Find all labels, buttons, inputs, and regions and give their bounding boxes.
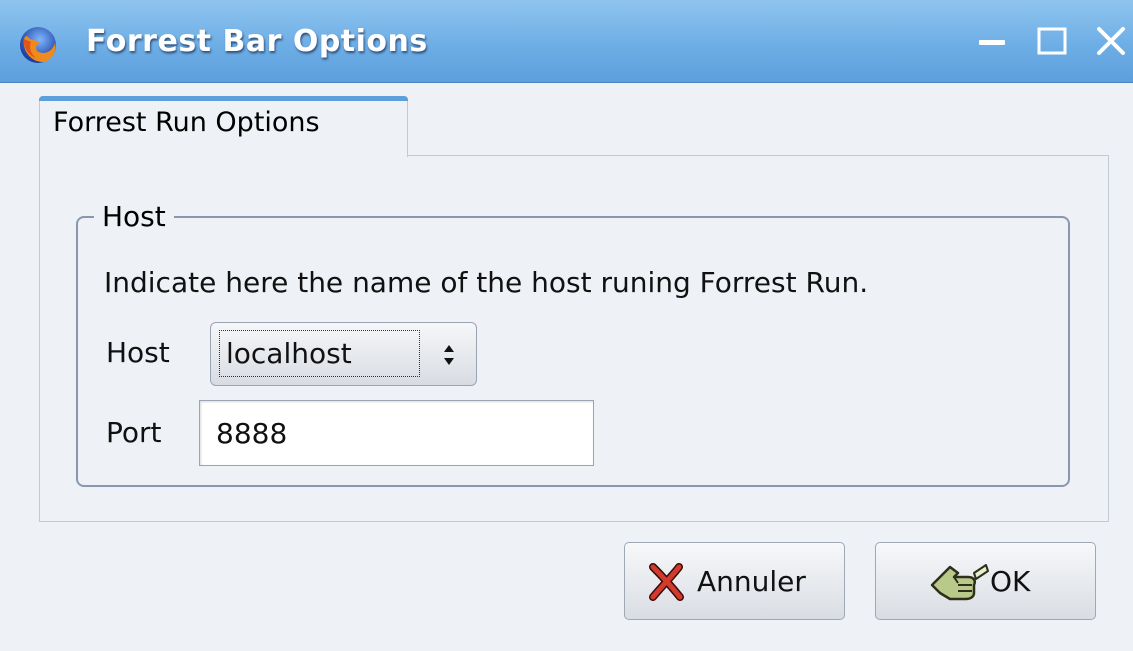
tab-forrest-run-options[interactable]: Forrest Run Options (39, 96, 408, 157)
host-combobox-value: localhost (226, 337, 352, 370)
title-bar[interactable]: Forrest Bar Options (0, 0, 1133, 83)
hand-pointer-icon (930, 564, 989, 601)
up-down-arrows-icon (444, 345, 454, 365)
window-title: Forrest Bar Options (86, 24, 428, 59)
firefox-icon (20, 27, 56, 63)
cancel-button[interactable]: Annuler (624, 542, 845, 620)
dialog-window: Forrest Bar Options Forrest Run Options … (0, 0, 1133, 651)
minimize-icon[interactable] (975, 24, 1009, 58)
host-description: Indicate here the name of the host runin… (104, 266, 869, 299)
cancel-button-label: Annuler (697, 565, 806, 598)
close-icon[interactable] (1094, 24, 1128, 58)
red-x-cancel-icon (649, 563, 684, 601)
ok-button-label: OK (990, 565, 1031, 598)
tab-selected-indicator (39, 96, 408, 101)
ok-button[interactable]: OK (875, 542, 1096, 620)
host-frame-legend: Host (94, 200, 174, 233)
port-label: Port (106, 416, 162, 449)
host-combobox[interactable]: localhost (210, 322, 477, 386)
tab-label: Forrest Run Options (53, 107, 320, 138)
maximize-icon[interactable] (1035, 24, 1069, 58)
port-input[interactable] (199, 400, 594, 466)
host-label: Host (106, 336, 170, 369)
